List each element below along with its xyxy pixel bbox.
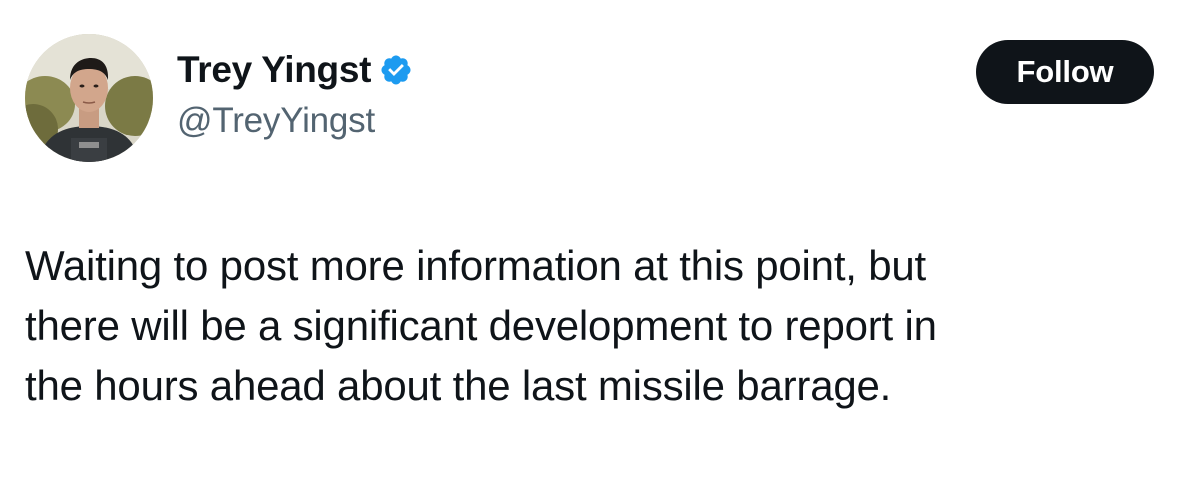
name-row: Trey Yingst — [177, 48, 413, 92]
post-text: Waiting to post more information at this… — [25, 236, 1145, 416]
user-handle[interactable]: @TreyYingst — [177, 100, 413, 142]
display-name[interactable]: Trey Yingst — [177, 48, 371, 92]
follow-button[interactable]: Follow — [976, 40, 1154, 104]
avatar-photo — [25, 34, 153, 162]
author-info: Trey Yingst @TreyYingst — [177, 48, 413, 142]
post-text-line: there will be a significant development … — [25, 302, 937, 349]
post-text-line: Waiting to post more information at this… — [25, 242, 927, 289]
verified-badge-icon[interactable] — [379, 53, 413, 87]
avatar[interactable] — [25, 34, 153, 162]
post-text-line: the hours ahead about the last missile b… — [25, 362, 892, 409]
tweet-card: Trey Yingst @TreyYingst Follow Waiting t… — [0, 0, 1200, 500]
